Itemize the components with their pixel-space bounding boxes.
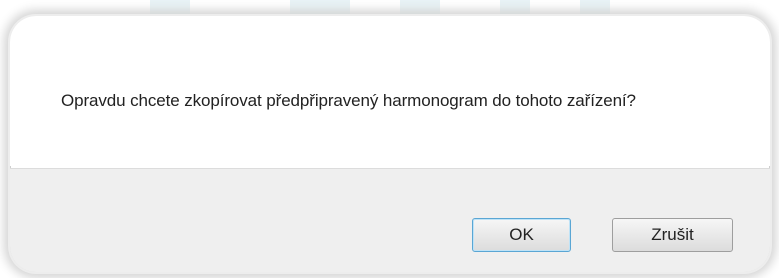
cancel-button[interactable]: Zrušit (612, 218, 733, 252)
dialog-footer: OK Zrušit (10, 168, 770, 272)
ok-button[interactable]: OK (472, 218, 571, 252)
dialog-message: Opravdu chcete zkopírovat předpřipravený… (61, 91, 636, 110)
dialog-body: Opravdu chcete zkopírovat předpřipravený… (10, 16, 770, 166)
confirm-dialog: Opravdu chcete zkopírovat předpřipravený… (10, 16, 770, 272)
